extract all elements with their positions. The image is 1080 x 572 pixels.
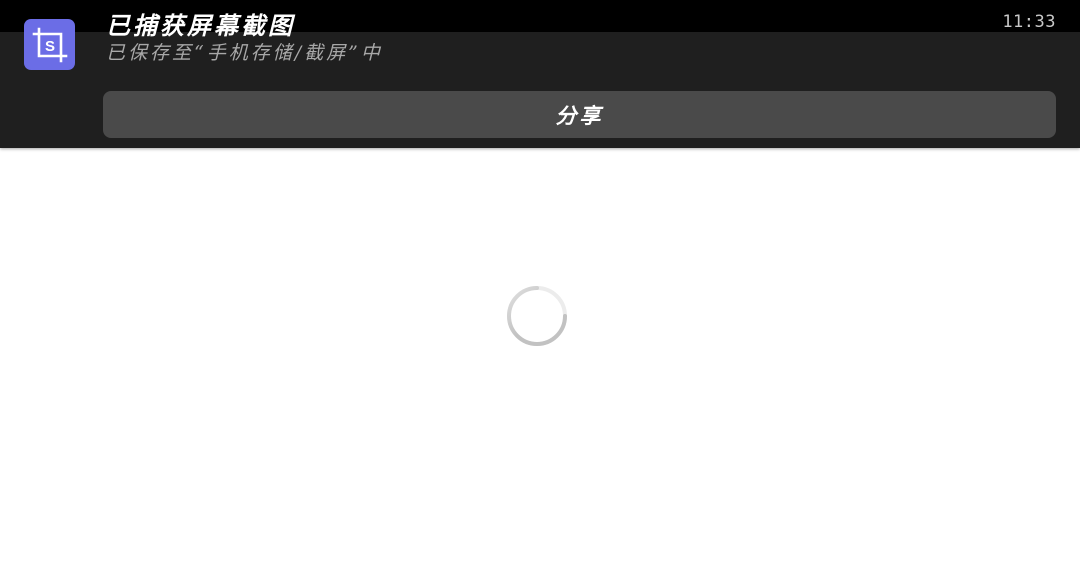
notification-subtitle: 已保存至“手机存储/截屏”中: [106, 42, 383, 64]
notification-title: 已捕获屏幕截图: [106, 11, 295, 40]
screenshot-crop-icon: S: [24, 19, 75, 70]
share-button[interactable]: 分享: [103, 91, 1056, 138]
screen: S 已捕获屏幕截图 已保存至“手机存储/截屏”中 分享 11:33: [0, 0, 1080, 572]
loading-spinner-icon: [506, 285, 568, 347]
svg-text:S: S: [44, 38, 54, 55]
status-time: 11:33: [1002, 12, 1056, 32]
screenshot-notification[interactable]: S 已捕获屏幕截图 已保存至“手机存储/截屏”中 分享: [0, 0, 1080, 148]
